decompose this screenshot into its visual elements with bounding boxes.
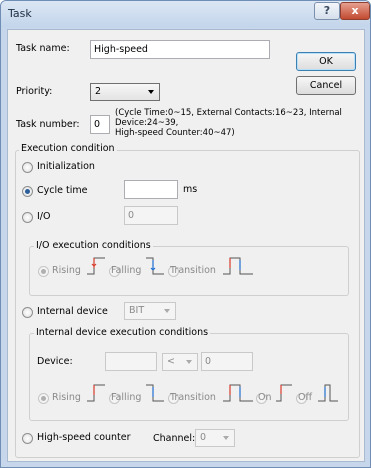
cycle-time-unit: ms <box>183 184 198 195</box>
priority-value: 2 <box>95 86 102 97</box>
transition-edge-icon <box>223 384 253 402</box>
internal-device-type-select[interactable]: BIT <box>124 302 176 320</box>
operator-value: < <box>167 356 175 367</box>
chevron-down-icon <box>164 309 170 313</box>
task-number-input[interactable]: 0 <box>90 115 110 134</box>
internal-device-radio[interactable] <box>22 307 33 318</box>
task-number-range-line3: High-speed Counter:40~47) <box>115 128 235 138</box>
falling-edge-icon <box>146 257 164 275</box>
compare-value-input[interactable]: 0 <box>201 352 253 371</box>
rising-edge-icon <box>87 257 105 275</box>
device-label: Device: <box>37 356 73 367</box>
transition-edge-icon <box>223 257 253 275</box>
priority-label: Priority: <box>16 86 53 97</box>
internal-falling-label: Falling <box>111 392 142 403</box>
title-bar[interactable]: Task ? x <box>1 1 370 27</box>
cycle-time-label: Cycle time <box>37 185 88 196</box>
priority-select[interactable]: 2 <box>90 83 160 101</box>
chevron-down-icon <box>148 90 154 94</box>
internal-rising-label: Rising <box>52 392 81 403</box>
initialization-radio[interactable] <box>22 162 33 173</box>
io-input[interactable]: 0 <box>124 206 178 225</box>
execution-condition-title: Execution condition <box>19 143 117 154</box>
on-level-icon <box>276 384 292 402</box>
help-button[interactable]: ? <box>314 2 340 20</box>
ok-button[interactable]: OK <box>296 52 356 71</box>
close-button[interactable]: x <box>340 2 370 20</box>
channel-select[interactable]: 0 <box>195 429 235 447</box>
high-speed-counter-label: High-speed counter <box>37 432 131 443</box>
internal-rising-radio[interactable] <box>38 393 49 404</box>
task-number-range-line1: (Cycle Time:0~15, External Contacts:16~2… <box>115 108 342 118</box>
io-falling-label: Falling <box>111 265 142 276</box>
internal-device-label: Internal device <box>37 306 108 317</box>
high-speed-counter-radio[interactable] <box>22 433 33 444</box>
task-number-label: Task number: <box>16 119 80 130</box>
io-radio[interactable] <box>22 212 33 223</box>
task-name-label: Task name: <box>16 43 70 54</box>
chevron-down-icon <box>186 360 192 364</box>
rising-edge-icon <box>87 384 105 402</box>
task-dialog: Task ? x Task name: High-speed OK Cancel… <box>0 0 371 468</box>
off-level-icon <box>318 384 338 402</box>
initialization-label: Initialization <box>37 161 95 172</box>
cycle-time-input[interactable] <box>124 180 178 199</box>
channel-value: 0 <box>200 432 207 443</box>
device-input[interactable] <box>105 352 157 371</box>
io-transition-label: Transition <box>170 265 216 276</box>
window-title: Task <box>8 7 32 20</box>
operator-select[interactable]: < <box>162 353 198 371</box>
io-rising-label: Rising <box>52 265 81 276</box>
internal-on-label: On <box>258 392 272 403</box>
io-rising-radio[interactable] <box>38 266 49 277</box>
internal-transition-label: Transition <box>170 392 216 403</box>
internal-off-label: Off <box>298 392 313 403</box>
channel-label: Channel: <box>153 433 196 444</box>
falling-edge-icon <box>146 384 164 402</box>
io-label: I/O <box>37 211 51 222</box>
cancel-button[interactable]: Cancel <box>296 76 356 95</box>
io-execution-conditions-title: I/O execution conditions <box>34 240 153 251</box>
task-name-input[interactable]: High-speed <box>90 40 270 59</box>
chevron-down-icon <box>223 436 229 440</box>
dialog-body: Task name: High-speed OK Cancel Priority… <box>7 29 365 462</box>
internal-execution-conditions-title: Internal device execution conditions <box>34 327 211 338</box>
cycle-time-radio[interactable] <box>22 186 33 197</box>
task-number-range-line2: Device:24~39, <box>115 118 179 128</box>
internal-execution-conditions-group <box>29 333 349 421</box>
internal-device-type-value: BIT <box>129 305 145 316</box>
